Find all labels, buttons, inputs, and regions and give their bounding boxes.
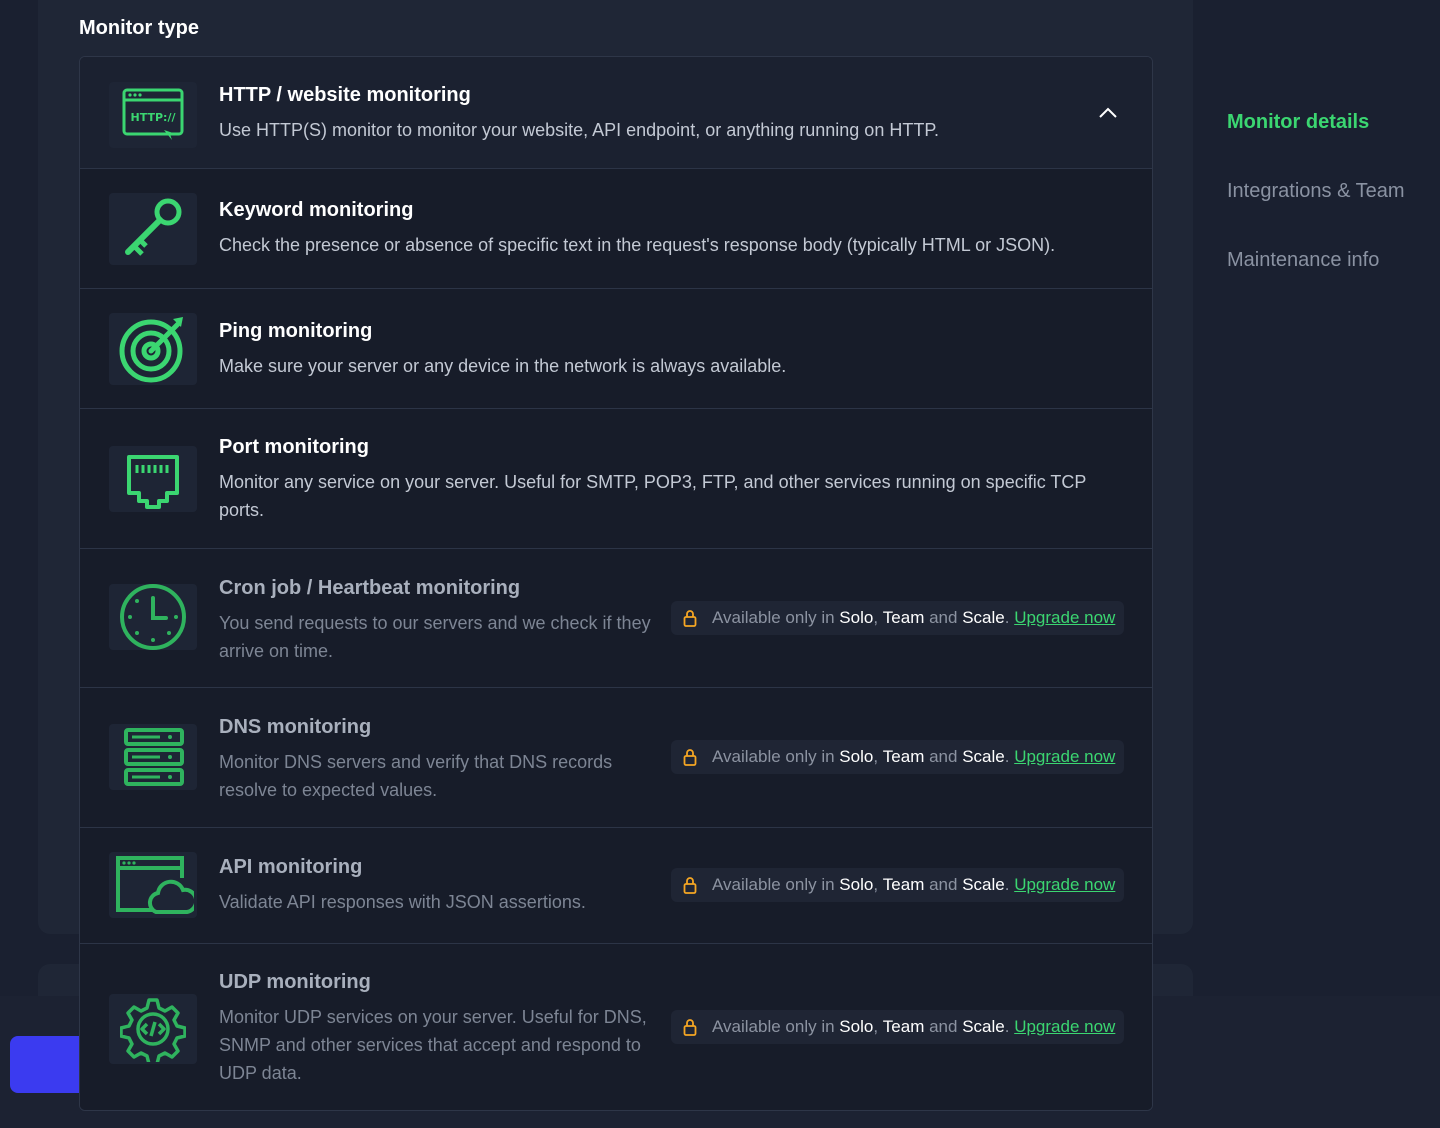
option-desc: Monitor DNS servers and verify that DNS …	[219, 752, 613, 800]
option-port[interactable]: Port monitoring Monitor any service on y…	[80, 409, 1152, 549]
clock-icon	[109, 584, 197, 650]
lock-icon	[683, 876, 697, 894]
option-ping[interactable]: Ping monitoring Make sure your server or…	[80, 289, 1152, 409]
section-title: Monitor type	[79, 17, 199, 39]
upgrade-badge: Available only in Solo, Team and Scale. …	[671, 868, 1124, 902]
option-desc: Monitor any service on your server. Usef…	[219, 472, 1087, 520]
option-http[interactable]: HTTP:// HTTP / website monitoring Use HT…	[80, 57, 1152, 169]
upgrade-link[interactable]: Upgrade now	[1014, 747, 1115, 767]
upgrade-link[interactable]: Upgrade now	[1014, 875, 1115, 895]
option-title: Ping monitoring	[219, 320, 373, 342]
nav-maintenance-info[interactable]: Maintenance info	[1227, 249, 1379, 272]
gear-code-icon	[109, 994, 197, 1064]
option-desc: Check the presence or absence of specifi…	[219, 235, 1056, 255]
upgrade-badge: Available only in Solo, Team and Scale. …	[671, 601, 1124, 635]
option-title: UDP monitoring	[219, 971, 371, 993]
upgrade-badge: Available only in Solo, Team and Scale. …	[671, 1010, 1124, 1044]
upgrade-link[interactable]: Upgrade now	[1014, 1017, 1115, 1037]
browser-cloud-icon	[109, 852, 197, 918]
upgrade-badge: Available only in Solo, Team and Scale. …	[671, 740, 1124, 774]
lock-icon	[683, 1018, 697, 1036]
option-title: HTTP / website monitoring	[219, 84, 471, 106]
option-keyword[interactable]: Keyword monitoring Check the presence or…	[80, 169, 1152, 289]
chevron-up-icon[interactable]	[1098, 105, 1118, 124]
option-title: API monitoring	[219, 856, 363, 878]
option-desc: Use HTTP(S) monitor to monitor your webs…	[219, 120, 939, 140]
ethernet-port-icon	[109, 446, 197, 512]
option-title: Keyword monitoring	[219, 199, 414, 221]
http-browser-icon: HTTP://	[109, 82, 197, 148]
key-icon	[109, 193, 197, 265]
lock-icon	[683, 609, 697, 627]
target-icon	[109, 313, 197, 385]
http-icon-text: HTTP://	[131, 111, 177, 124]
upgrade-link[interactable]: Upgrade now	[1014, 608, 1115, 628]
option-desc: Validate API responses with JSON asserti…	[219, 892, 586, 912]
nav-integrations-team[interactable]: Integrations & Team	[1227, 180, 1405, 203]
option-api[interactable]: API monitoring Validate API responses wi…	[80, 828, 1152, 944]
option-desc: You send requests to our servers and we …	[219, 613, 651, 661]
option-heartbeat[interactable]: Cron job / Heartbeat monitoring You send…	[80, 549, 1152, 688]
lock-icon	[683, 748, 697, 766]
option-dns[interactable]: DNS monitoring Monitor DNS servers and v…	[80, 688, 1152, 828]
option-udp[interactable]: UDP monitoring Monitor UDP services on y…	[80, 944, 1152, 1110]
option-title: Cron job / Heartbeat monitoring	[219, 577, 521, 599]
option-title: Port monitoring	[219, 436, 369, 458]
monitor-type-dropdown[interactable]: HTTP:// HTTP / website monitoring Use HT…	[79, 56, 1153, 1111]
option-desc: Monitor UDP services on your server. Use…	[219, 1007, 647, 1083]
server-stack-icon	[109, 724, 197, 790]
nav-monitor-details[interactable]: Monitor details	[1227, 111, 1369, 134]
option-title: DNS monitoring	[219, 716, 372, 738]
option-desc: Make sure your server or any device in t…	[219, 356, 787, 376]
